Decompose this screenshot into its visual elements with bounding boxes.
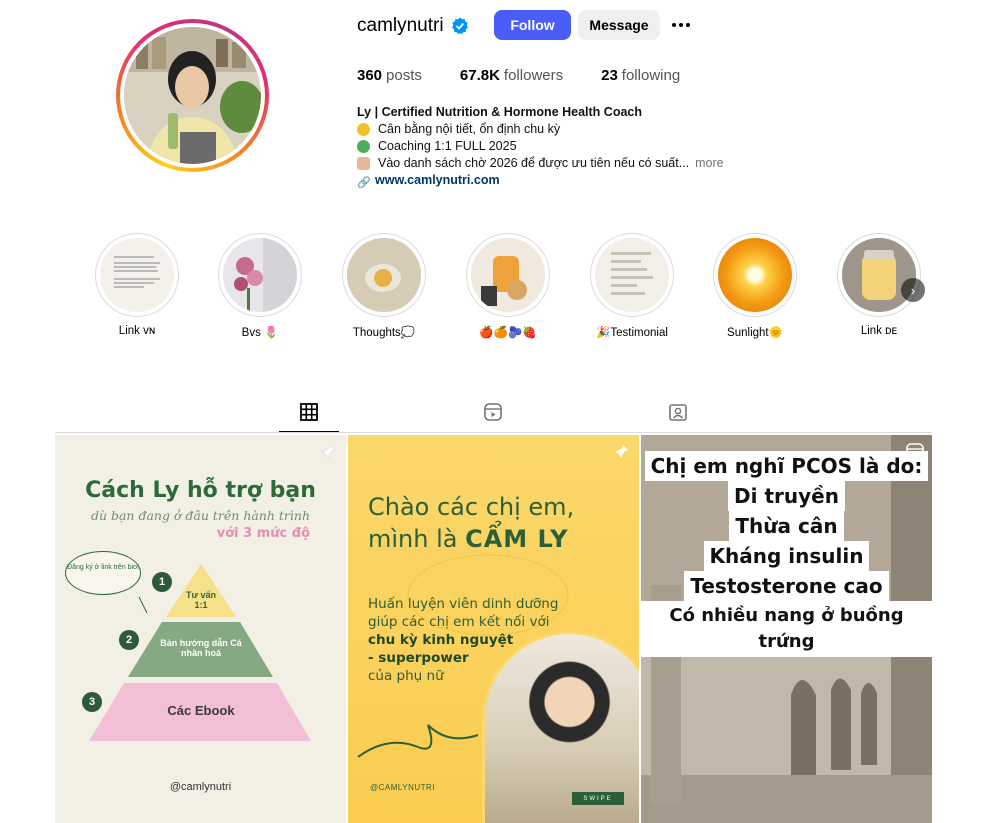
- post1-num-3: 3: [82, 692, 102, 712]
- highlight-testimonial[interactable]: 🎉Testimonial: [590, 233, 674, 339]
- highlight-cover: [223, 238, 297, 312]
- post2-swipe-label: SWIPE: [572, 792, 624, 805]
- follow-button[interactable]: Follow: [494, 10, 571, 40]
- highlight-label: Sunlight🌞: [727, 327, 783, 339]
- posts-stat: 360 posts: [357, 67, 422, 84]
- link-icon: 🔗: [357, 176, 371, 189]
- profile-username: camlynutri: [357, 15, 444, 36]
- pointing-hand-icon: [357, 157, 370, 170]
- post1-num-1: 1: [152, 572, 172, 592]
- tabs-divider: [55, 432, 932, 433]
- highlight-cover: [347, 238, 421, 312]
- followers-stat[interactable]: 67.8K followers: [460, 67, 563, 84]
- avatar-photo: [124, 27, 261, 164]
- post-tile-3[interactable]: Chị em nghĩ PCOS là do: Di truyền Thừa c…: [641, 435, 932, 823]
- highlight-label: Link ᴠɴ: [118, 325, 156, 337]
- highlight-cover: [595, 238, 669, 312]
- post-tile-2[interactable]: Chào các chị em, mình là CẨM LY Huấn luy…: [348, 435, 639, 823]
- highlight-label: Thoughts💭: [352, 327, 416, 339]
- post3-line: Di truyền: [728, 481, 845, 511]
- highlight-cover: [842, 238, 916, 312]
- post1-handle: @camlynutri: [169, 781, 232, 793]
- highlight-bvs[interactable]: Bvs 🌷: [218, 233, 302, 339]
- tagged-icon: [669, 404, 687, 421]
- bio-more-link[interactable]: more: [695, 155, 723, 172]
- post3-line: Testosterone cao: [684, 571, 889, 601]
- bio-line-2: Coaching 1:1 FULL 2025: [378, 139, 517, 153]
- post3-line: Kháng insulin: [703, 541, 870, 571]
- bio-line-3: Vào danh sách chờ 2026 để được ưu tiên n…: [378, 156, 690, 170]
- grid-icon: [300, 403, 318, 421]
- post1-level-2: Bản hướng dẫn Cá nhân hoá: [160, 638, 242, 658]
- post3-line: Có nhiều nang ở buồng trứng: [641, 601, 932, 657]
- tab-posts[interactable]: [279, 402, 339, 432]
- post3-line: Chị em nghĩ PCOS là do:: [644, 451, 929, 481]
- post1-num-2: 2: [119, 630, 139, 650]
- bio-line-1: Cân bằng nội tiết, ổn định chu kỳ: [378, 122, 561, 136]
- following-stat[interactable]: 23 following: [601, 67, 680, 84]
- highlight-sunlight[interactable]: Sunlight🌞: [713, 233, 797, 339]
- profile-bio: Ly | Certified Nutrition & Hormone Healt…: [357, 104, 724, 189]
- bio-website-link[interactable]: www.camlynutri.com: [375, 172, 500, 189]
- profile-avatar[interactable]: [116, 19, 269, 172]
- highlight-cover: [100, 238, 174, 312]
- tab-tagged[interactable]: [648, 402, 708, 432]
- post1-level-3: Các Ebook: [167, 703, 235, 718]
- highlight-fruits[interactable]: 🍎🍊🫐🍓: [466, 233, 550, 339]
- highlight-label: 🎉Testimonial: [596, 327, 668, 339]
- more-options-icon[interactable]: [672, 16, 694, 34]
- highlight-link-vn[interactable]: Link ᴠɴ: [95, 233, 179, 337]
- reels-icon: [484, 403, 502, 421]
- highlight-cover: [471, 238, 545, 312]
- chevron-right-icon[interactable]: ›: [901, 278, 925, 302]
- post3-line: Thừa cân: [729, 511, 844, 541]
- bio-name: Ly | Certified Nutrition & Hormone Healt…: [357, 105, 642, 119]
- highlight-label: Link ᴅᴇ: [860, 325, 898, 337]
- post3-caption: Chị em nghĩ PCOS là do: Di truyền Thừa c…: [641, 451, 932, 657]
- post2-handle: @CAMLYNUTRI: [370, 783, 436, 792]
- post1-level-1: Tư vấn 1:1: [185, 590, 217, 610]
- post1-pyramid: [89, 564, 311, 741]
- green-circle-icon: [357, 140, 370, 153]
- highlight-thoughts[interactable]: Thoughts💭: [342, 233, 426, 339]
- highlight-label: Bvs 🌷: [241, 327, 279, 339]
- profile-stats: 360 posts 67.8K followers 23 following: [357, 67, 718, 84]
- yellow-circle-icon: [357, 123, 370, 136]
- post-tile-1[interactable]: Cách Ly hỗ trợ bạn dù bạn đang ở đâu trê…: [55, 435, 346, 823]
- tab-reels[interactable]: [463, 402, 523, 432]
- highlight-label: 🍎🍊🫐🍓: [479, 327, 537, 339]
- verified-badge-icon: [452, 17, 468, 35]
- message-button[interactable]: Message: [578, 10, 660, 40]
